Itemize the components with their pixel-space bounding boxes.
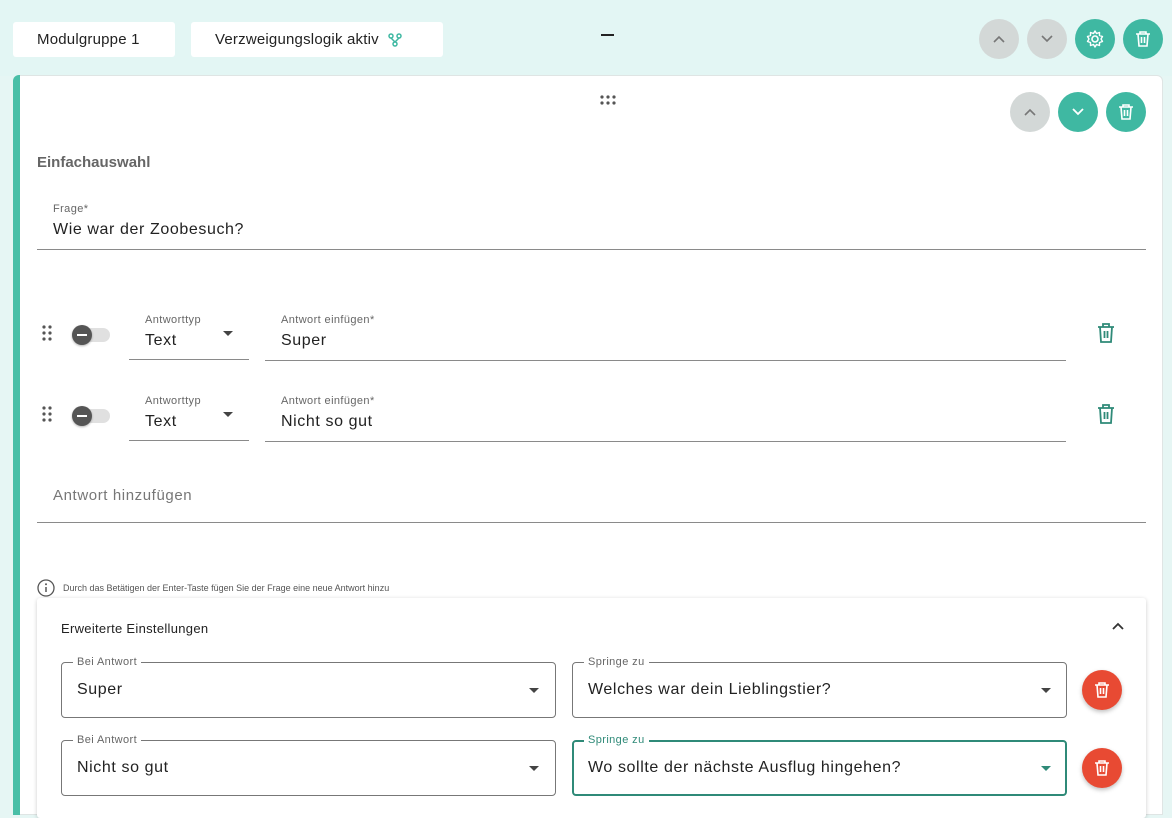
- question-move-up-button[interactable]: [1010, 92, 1050, 132]
- drag-handle-icon[interactable]: [42, 325, 52, 341]
- branching-logic-chip[interactable]: Verzweigungslogik aktiv: [191, 22, 443, 57]
- module-group-label: Modulgruppe 1: [37, 31, 140, 48]
- answer-text-underline: [265, 360, 1066, 361]
- springe-zu-value: Welches war dein Lieblingstier?: [588, 681, 832, 698]
- answer-type-underline: [129, 359, 249, 360]
- caret-down-icon: [529, 766, 539, 771]
- answer-type-label: Antworttyp: [145, 395, 201, 407]
- group-delete-button[interactable]: [1123, 19, 1163, 59]
- answer-type-label: Antworttyp: [145, 314, 201, 326]
- question-field-label: Frage*: [53, 203, 89, 215]
- answer-text-value[interactable]: Super: [281, 332, 327, 350]
- module-group-chip[interactable]: Modulgruppe 1: [13, 22, 175, 57]
- answer-text-value[interactable]: Nicht so gut: [281, 413, 373, 431]
- delete-rule-button[interactable]: [1082, 670, 1122, 710]
- branch-icon: [388, 32, 402, 47]
- answer-type-underline: [129, 440, 249, 441]
- chevron-up-icon: [993, 35, 1005, 43]
- trash-icon[interactable]: [1096, 403, 1116, 425]
- info-icon: [37, 579, 55, 597]
- bei-antwort-label: Bei Antwort: [73, 656, 142, 668]
- springe-zu-label: Springe zu: [584, 656, 649, 668]
- trash-icon: [1136, 31, 1150, 47]
- question-field-underline: [37, 249, 1146, 250]
- answer-text-underline: [265, 441, 1066, 442]
- delete-rule-button[interactable]: [1082, 748, 1122, 788]
- drag-handle-icon[interactable]: [600, 95, 616, 105]
- answer-type-value: Text: [145, 413, 177, 430]
- question-field-value[interactable]: Wie war der Zoobesuch?: [53, 221, 244, 239]
- add-answer-placeholder[interactable]: Antwort hinzufügen: [53, 487, 192, 504]
- springe-zu-value: Wo sollte der nächste Ausflug hingehen?: [588, 759, 902, 776]
- gear-icon: [1086, 30, 1104, 48]
- add-answer-underline: [37, 522, 1146, 523]
- question-delete-button[interactable]: [1106, 92, 1146, 132]
- toggle-knob: [72, 325, 92, 345]
- group-settings-button[interactable]: [1075, 19, 1115, 59]
- group-move-up-button[interactable]: [979, 19, 1019, 59]
- chevron-up-icon[interactable]: [1111, 620, 1125, 632]
- trash-icon: [1095, 682, 1109, 698]
- caret-down-icon: [529, 688, 539, 693]
- info-hint-text: Durch das Betätigen der Enter-Taste füge…: [63, 583, 390, 593]
- question-type-title: Einfachauswahl: [37, 154, 151, 171]
- collapse-group-button[interactable]: [601, 34, 614, 36]
- trash-icon: [1095, 760, 1109, 776]
- bei-antwort-label: Bei Antwort: [73, 734, 142, 746]
- drag-handle-icon[interactable]: [42, 406, 52, 422]
- advanced-settings-title[interactable]: Erweiterte Einstellungen: [61, 621, 208, 636]
- answer-text-label: Antwort einfügen*: [281, 314, 375, 326]
- caret-down-icon: [223, 331, 233, 336]
- question-move-down-button[interactable]: [1058, 92, 1098, 132]
- caret-down-icon: [223, 412, 233, 417]
- branching-logic-label: Verzweigungslogik aktiv: [215, 31, 379, 48]
- trash-icon[interactable]: [1096, 322, 1116, 344]
- bei-antwort-select[interactable]: [61, 662, 556, 718]
- answer-text-label: Antwort einfügen*: [281, 395, 375, 407]
- bei-antwort-value: Nicht so gut: [77, 759, 169, 776]
- answer-type-value: Text: [145, 332, 177, 349]
- caret-down-icon: [1041, 766, 1051, 771]
- chevron-down-icon: [1072, 108, 1084, 116]
- chevron-up-icon: [1024, 108, 1036, 116]
- group-move-down-button[interactable]: [1027, 19, 1067, 59]
- card-accent-bar: [13, 75, 20, 815]
- bei-antwort-value: Super: [77, 681, 123, 698]
- caret-down-icon: [1041, 688, 1051, 693]
- springe-zu-label: Springe zu: [584, 734, 649, 746]
- info-hint: Durch das Betätigen der Enter-Taste füge…: [37, 579, 389, 597]
- trash-icon: [1119, 104, 1133, 120]
- toggle-knob: [72, 406, 92, 426]
- chevron-down-icon: [1041, 35, 1053, 43]
